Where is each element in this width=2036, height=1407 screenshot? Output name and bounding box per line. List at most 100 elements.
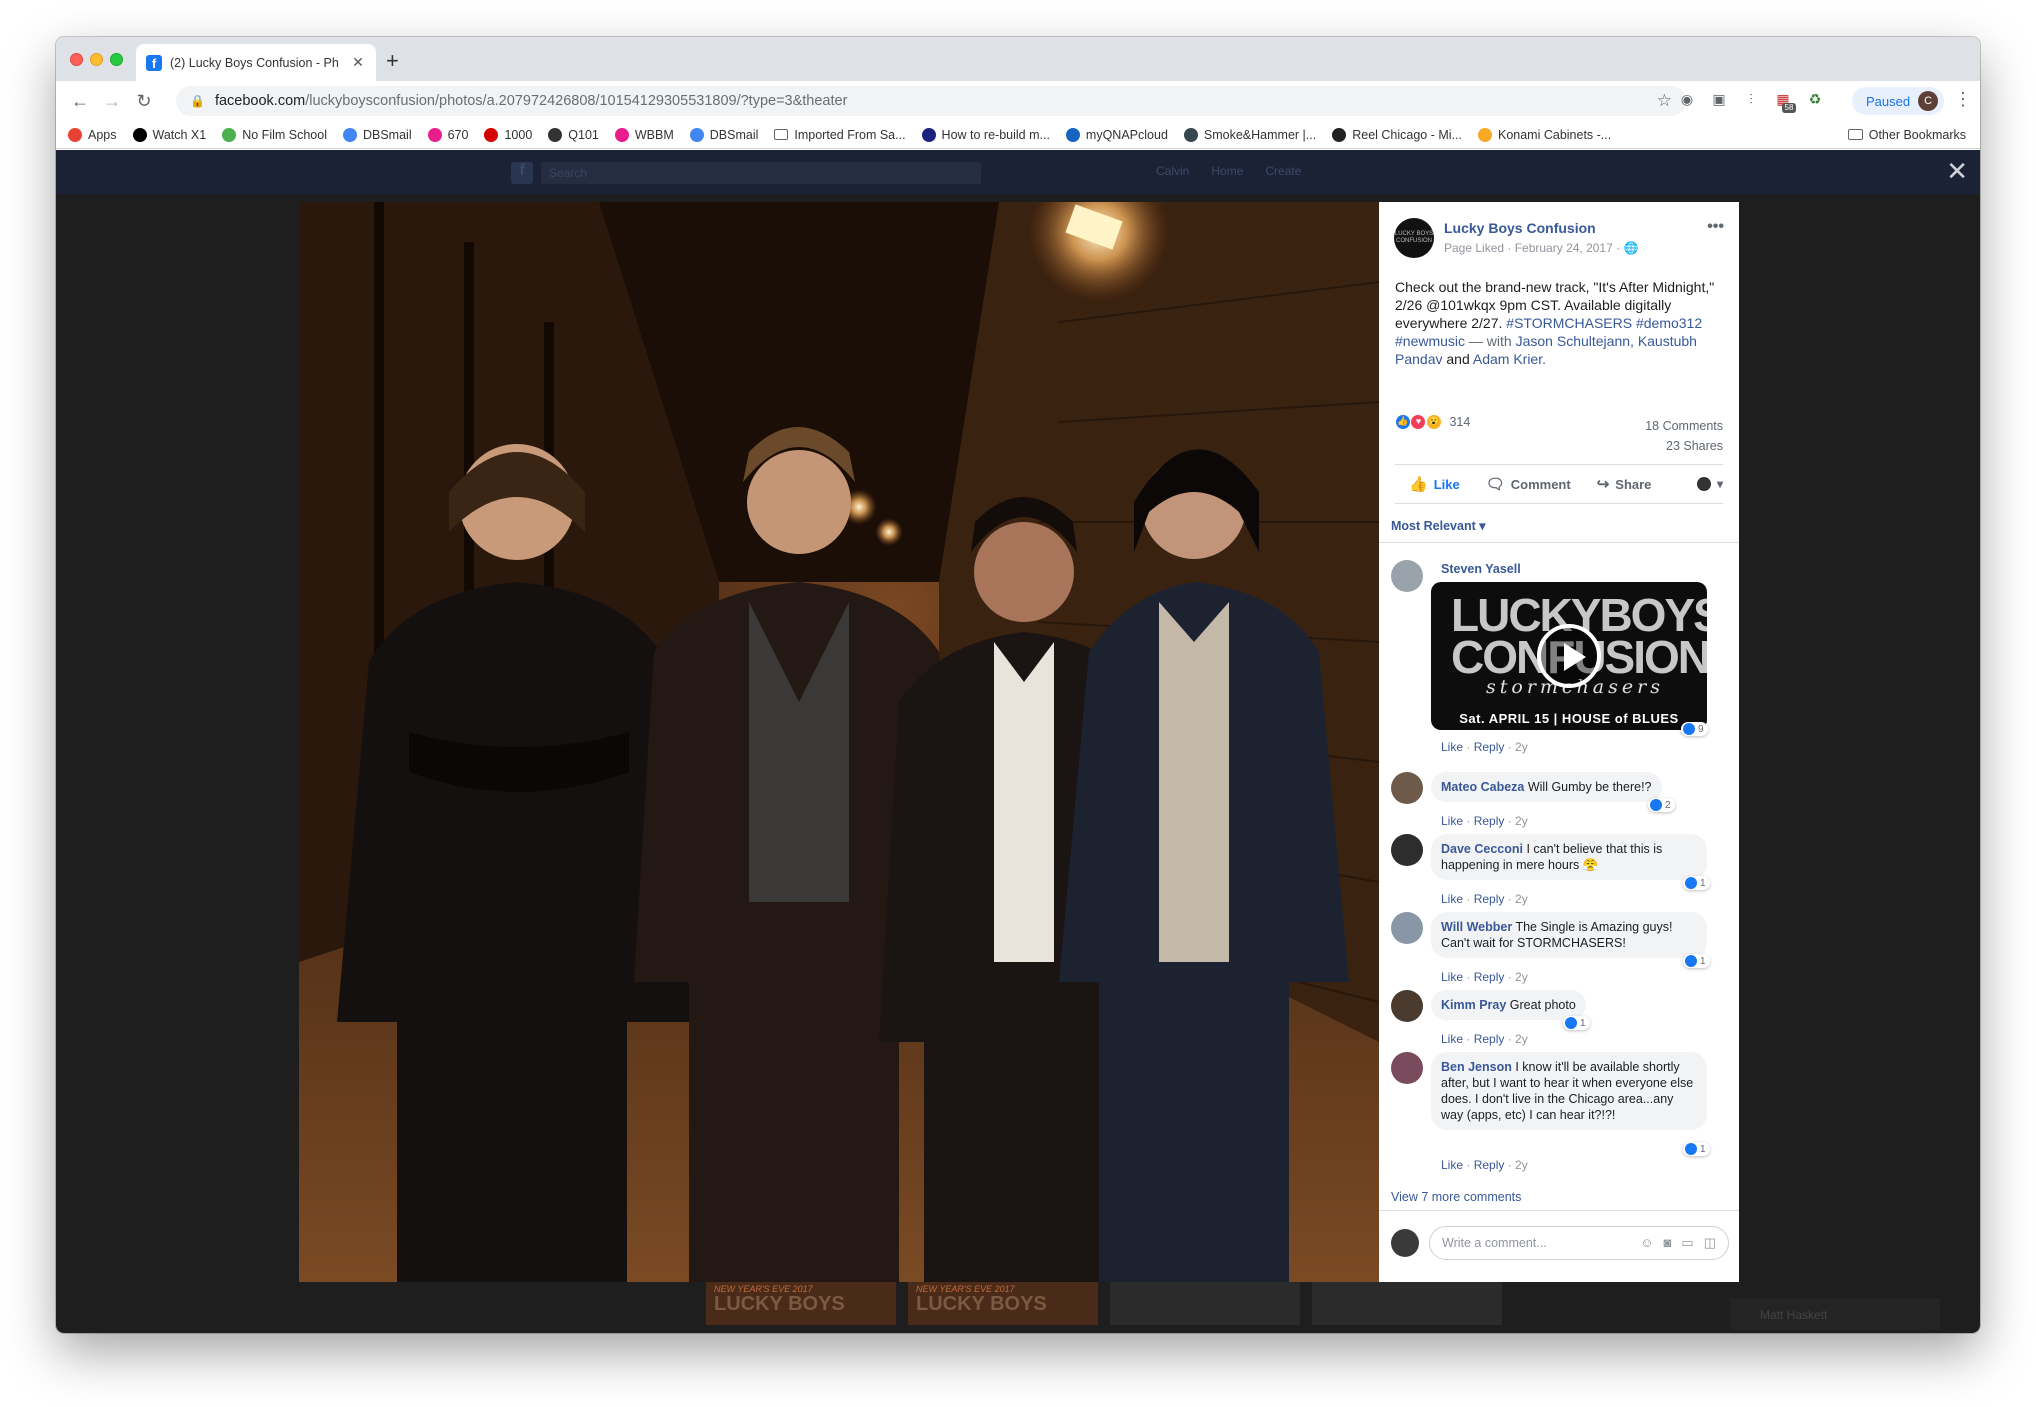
emoji-icon[interactable]: ☺: [1640, 1235, 1653, 1251]
view-more-comments-link[interactable]: View 7 more comments: [1391, 1190, 1521, 1204]
nav-home[interactable]: Home: [1211, 164, 1243, 178]
band-photo[interactable]: [299, 202, 1379, 1282]
profile-paused-button[interactable]: Paused C: [1852, 87, 1945, 115]
commenter-name[interactable]: Ben Jenson: [1441, 1060, 1512, 1074]
comment-reply-link[interactable]: Reply: [1474, 740, 1505, 754]
commenter-name[interactable]: Will Webber: [1441, 920, 1512, 934]
extension-x-icon[interactable]: ▣: [1710, 91, 1728, 109]
thumbnail[interactable]: [1110, 1280, 1300, 1325]
browser-tab[interactable]: f (2) Lucky Boys Confusion - Ph ✕: [136, 44, 376, 81]
comment-sort-dropdown[interactable]: Most Relevant ▾: [1391, 518, 1486, 533]
more-options-icon[interactable]: •••: [1707, 218, 1724, 236]
commenter-avatar[interactable]: [1391, 772, 1423, 804]
gif-icon[interactable]: ▭: [1681, 1235, 1693, 1251]
bookmark-item[interactable]: Q101: [548, 127, 599, 142]
hashtag-link[interactable]: #STORMCHASERS: [1506, 315, 1632, 331]
close-window-button[interactable]: [70, 53, 83, 66]
sticker-icon[interactable]: ◫: [1704, 1235, 1716, 1251]
comments-count-link[interactable]: 18 Comments: [1645, 416, 1723, 436]
forward-arrow-icon[interactable]: →: [96, 91, 128, 112]
comment-reaction-count[interactable]: 9: [1681, 722, 1708, 736]
comment-reaction-count[interactable]: 1: [1683, 876, 1710, 890]
nav-create[interactable]: Create: [1265, 164, 1301, 178]
comment-reaction-count[interactable]: 1: [1683, 1142, 1710, 1156]
minimize-window-button[interactable]: [90, 53, 103, 66]
comment-like-link[interactable]: Like: [1441, 1158, 1463, 1172]
commenter-name[interactable]: Dave Cecconi: [1441, 842, 1523, 856]
commenter-name[interactable]: Mateo Cabeza: [1441, 780, 1524, 794]
comment-like-link[interactable]: Like: [1441, 740, 1463, 754]
comment-reaction-count[interactable]: 2: [1648, 798, 1675, 812]
close-theater-icon[interactable]: ✕: [1946, 156, 1968, 187]
video-attachment[interactable]: LUCKYBOYS CONFUSION stormchasers Sat. APR…: [1431, 582, 1707, 730]
comment-reply-link[interactable]: Reply: [1474, 970, 1505, 984]
thumbnail[interactable]: NEW YEAR'S EVE 2017 LUCKY BOYS: [908, 1280, 1098, 1325]
commenter-avatar[interactable]: [1391, 990, 1423, 1022]
page-name-link[interactable]: Lucky Boys Confusion: [1444, 220, 1596, 236]
commenter-avatar[interactable]: [1391, 560, 1423, 592]
hashtag-link[interactable]: #newmusic: [1395, 333, 1465, 349]
camera-icon[interactable]: ◙: [1664, 1235, 1672, 1251]
reactions-summary[interactable]: 👍 ♥ 😮 314: [1395, 414, 1470, 430]
post-as-selector[interactable]: ▾: [1696, 477, 1723, 491]
facebook-search-input[interactable]: Search: [541, 162, 981, 184]
comment-reaction-count[interactable]: 1: [1683, 954, 1710, 968]
browser-menu-icon[interactable]: ⋮: [1954, 89, 1972, 110]
back-arrow-icon[interactable]: ←: [64, 91, 96, 112]
thumbnail[interactable]: [1312, 1280, 1502, 1325]
other-bookmarks-folder[interactable]: Other Bookmarks: [1847, 128, 1966, 142]
bookmark-item[interactable]: 1000: [484, 127, 532, 142]
bookmark-item[interactable]: Reel Chicago - Mi...: [1332, 127, 1462, 142]
shares-count-link[interactable]: 23 Shares: [1645, 436, 1723, 456]
bookmark-item[interactable]: Imported From Sa...: [774, 128, 906, 142]
comment-reply-link[interactable]: Reply: [1474, 1032, 1505, 1046]
extension-bars-icon[interactable]: ⫶: [1742, 91, 1760, 109]
comment-like-link[interactable]: Like: [1441, 814, 1463, 828]
chat-tab[interactable]: Matt Haskett: [1730, 1298, 1940, 1330]
facebook-logo-icon[interactable]: f: [511, 162, 533, 184]
extension-recycle-icon[interactable]: ♻: [1806, 91, 1824, 109]
bookmark-item[interactable]: myQNAPcloud: [1065, 127, 1168, 142]
commenter-avatar[interactable]: [1391, 834, 1423, 866]
thumbnail[interactable]: NEW YEAR'S EVE 2017 LUCKY BOYS: [706, 1280, 896, 1325]
bookmark-item[interactable]: DBSmail: [689, 127, 758, 142]
tab-close-icon[interactable]: ✕: [350, 54, 366, 71]
comment-button[interactable]: 🗨 Comment: [1486, 475, 1571, 493]
radio-icon: [427, 127, 442, 142]
write-comment-input[interactable]: Write a comment... ☺ ◙ ▭ ◫: [1429, 1226, 1729, 1260]
reload-icon[interactable]: ↻: [128, 91, 160, 112]
extension-circle-icon[interactable]: ◉: [1678, 91, 1696, 109]
comment-reaction-count[interactable]: 1: [1563, 1016, 1590, 1030]
bookmark-item[interactable]: WBBM: [614, 127, 674, 142]
like-button[interactable]: 👍 Like: [1409, 475, 1460, 493]
share-button[interactable]: ↪ Share: [1597, 475, 1652, 493]
comment-reply-link[interactable]: Reply: [1474, 1158, 1505, 1172]
tagged-person-link[interactable]: Jason Schultejann,: [1516, 333, 1634, 349]
bookmark-item[interactable]: DBSmail: [342, 127, 412, 142]
bookmark-item[interactable]: Apps: [68, 127, 117, 142]
bookmark-star-icon[interactable]: ☆: [1657, 91, 1672, 111]
tagged-person-link[interactable]: Adam Krier.: [1473, 351, 1546, 367]
address-bar[interactable]: 🔒 facebook.com /luckyboysconfusion/photo…: [176, 86, 1686, 116]
page-avatar[interactable]: LUCKY BOYS CONFUSION: [1394, 218, 1434, 258]
comment-reply-link[interactable]: Reply: [1474, 814, 1505, 828]
bookmark-item[interactable]: Konami Cabinets -...: [1477, 127, 1611, 142]
comment-reply-link[interactable]: Reply: [1474, 892, 1505, 906]
bookmark-item[interactable]: Watch X1: [132, 127, 206, 142]
zoom-window-button[interactable]: [110, 53, 123, 66]
new-tab-button[interactable]: +: [386, 48, 399, 74]
bookmark-item[interactable]: How to re-build m...: [921, 127, 1050, 142]
commenter-name[interactable]: Kimm Pray: [1441, 998, 1506, 1012]
comment-like-link[interactable]: Like: [1441, 1032, 1463, 1046]
comment-like-link[interactable]: Like: [1441, 892, 1463, 906]
comment-like-link[interactable]: Like: [1441, 970, 1463, 984]
bookmark-item[interactable]: No Film School: [222, 127, 327, 142]
play-icon[interactable]: [1537, 624, 1601, 688]
commenter-name[interactable]: Steven Yasell: [1441, 562, 1521, 576]
bookmark-item[interactable]: 670: [427, 127, 468, 142]
commenter-avatar[interactable]: [1391, 912, 1423, 944]
commenter-avatar[interactable]: [1391, 1052, 1423, 1084]
hashtag-link[interactable]: #demo312: [1636, 315, 1702, 331]
nav-profile[interactable]: Calvin: [1156, 164, 1189, 178]
bookmark-item[interactable]: Smoke&Hammer |...: [1183, 127, 1316, 142]
